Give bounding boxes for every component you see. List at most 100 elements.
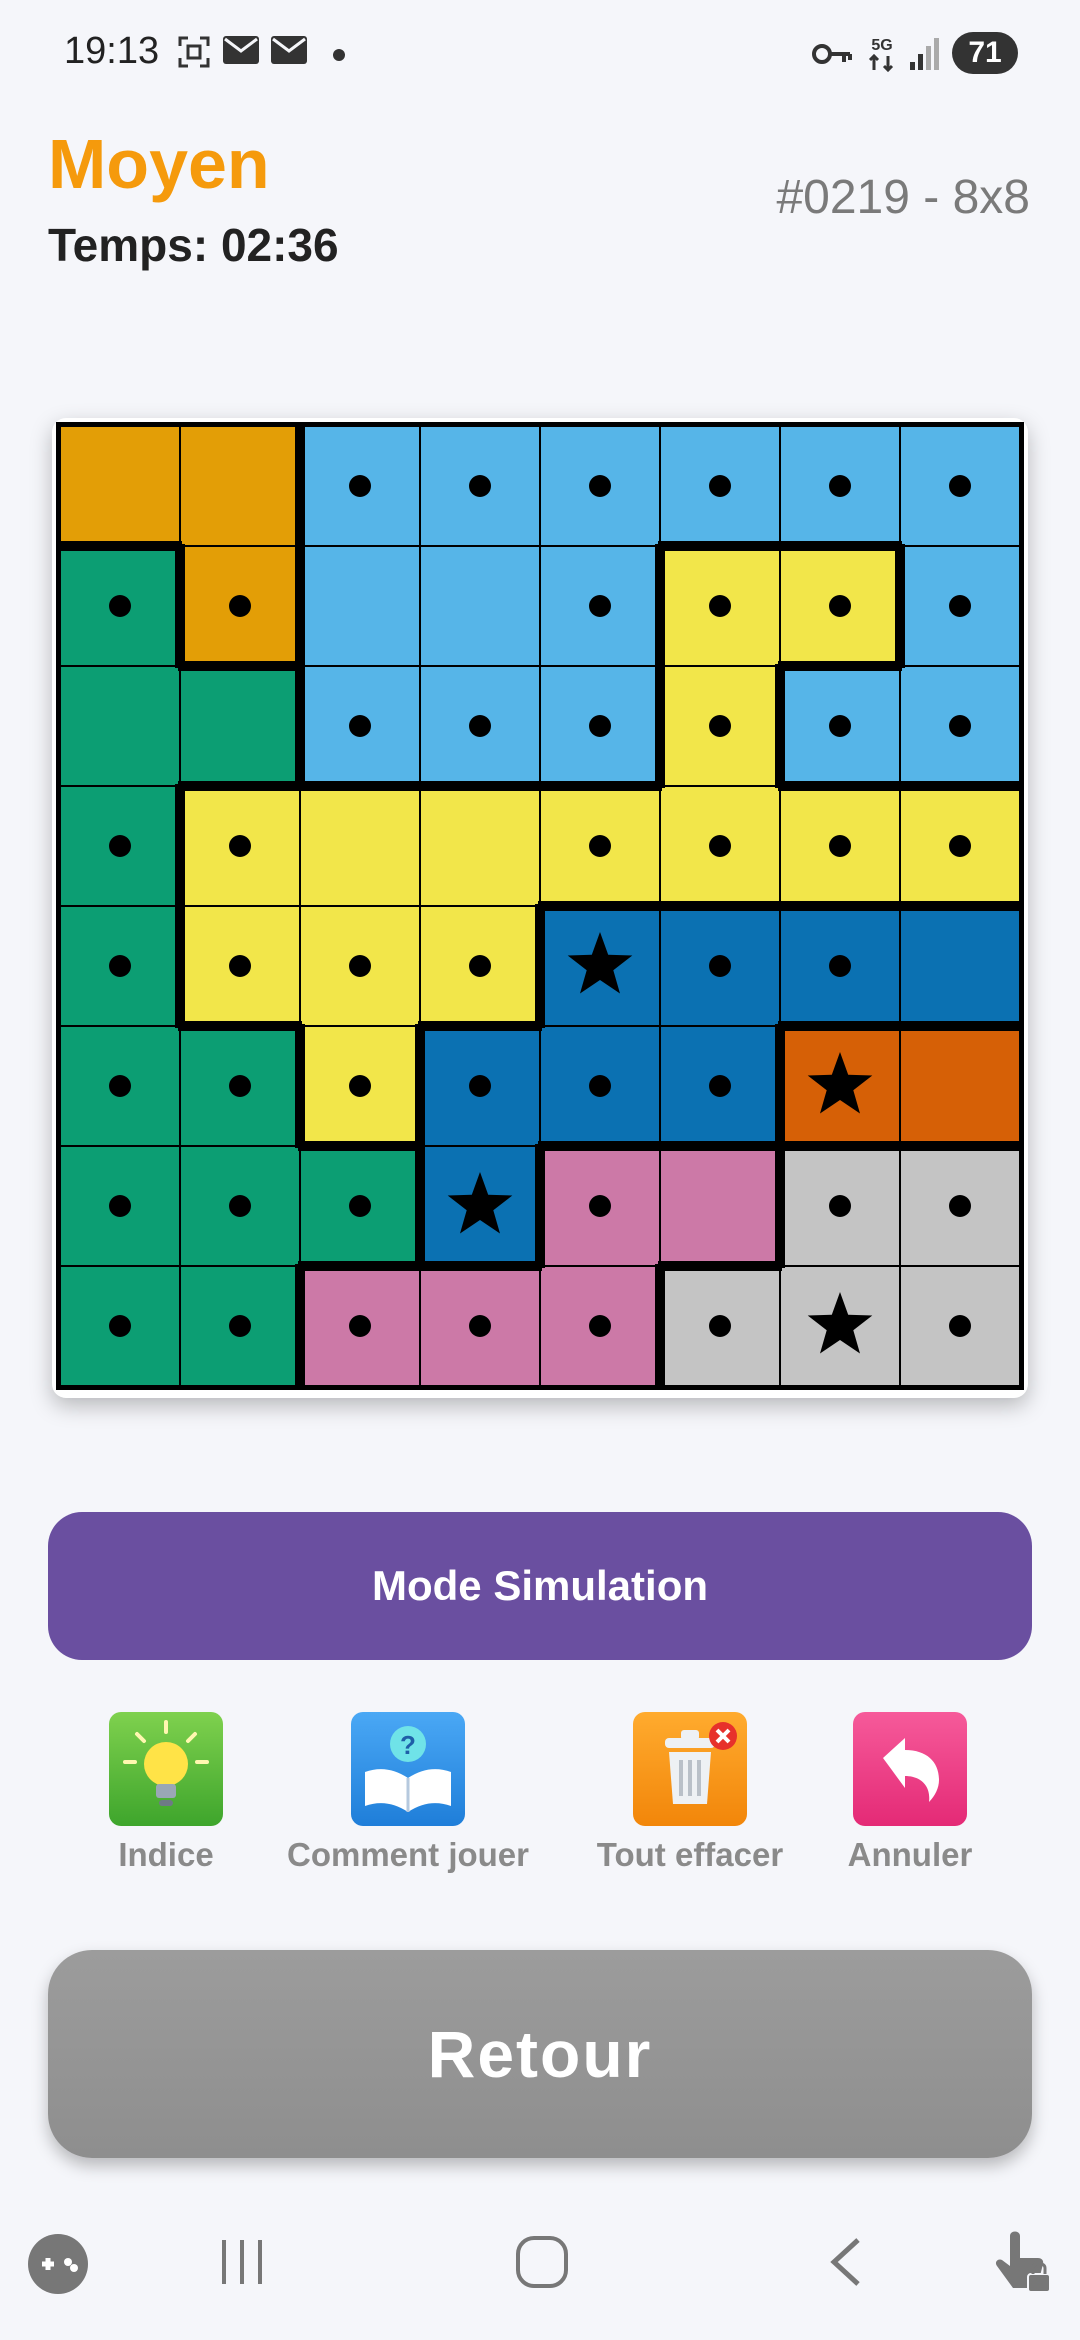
- touch-lock-icon[interactable]: [990, 2226, 1054, 2298]
- dot-mark: [709, 1315, 731, 1337]
- board-cell[interactable]: [181, 427, 299, 545]
- region-border: [538, 781, 662, 791]
- mail-icon: [271, 36, 307, 64]
- dot-mark: [349, 1195, 371, 1217]
- puzzle-board: [52, 418, 1028, 1398]
- region-border: [538, 901, 662, 911]
- dot-mark: [709, 955, 731, 977]
- dot-mark: [109, 1075, 131, 1097]
- region-border: [658, 1261, 782, 1271]
- region-border: [658, 541, 782, 551]
- region-border: [295, 664, 305, 788]
- region-border: [898, 1141, 1022, 1151]
- clear-all-label: Tout effacer: [596, 1836, 784, 1873]
- board-cell[interactable]: [901, 1027, 1019, 1145]
- mail-icon: [223, 36, 259, 64]
- hint-button[interactable]: Indice: [80, 1712, 252, 1874]
- region-border: [175, 544, 185, 668]
- dot-mark: [949, 595, 971, 617]
- how-to-play-button[interactable]: ? Comment jouer: [278, 1712, 538, 1874]
- region-border: [655, 664, 665, 788]
- recents-icon[interactable]: [214, 2234, 270, 2290]
- board-cell[interactable]: [301, 787, 419, 905]
- region-border: [175, 784, 185, 908]
- dot-mark: [829, 955, 851, 977]
- status-time: 19:13: [64, 30, 160, 72]
- board-cell[interactable]: [181, 667, 299, 785]
- timer-label: Temps: 02:36: [48, 219, 339, 271]
- dot-mark: [349, 1315, 371, 1337]
- dot-mark: [349, 1075, 371, 1097]
- region-border: [655, 544, 665, 668]
- dot-mark: [109, 835, 131, 857]
- 5g-icon: 5G: [868, 37, 894, 73]
- board-cell[interactable]: [301, 547, 419, 665]
- dot-mark: [229, 1195, 251, 1217]
- region-border: [778, 1141, 902, 1151]
- dot-mark: [349, 715, 371, 737]
- puzzle-id: #0219 - 8x8: [776, 171, 1030, 224]
- board-cell[interactable]: [421, 547, 539, 665]
- dot-mark: [589, 1315, 611, 1337]
- region-border: [775, 664, 785, 788]
- board-cell[interactable]: [421, 787, 539, 905]
- undo-icon: [853, 1712, 967, 1826]
- region-border: [58, 541, 182, 551]
- board-grid: [56, 422, 1024, 1390]
- dot-mark: [829, 475, 851, 497]
- region-border: [655, 1264, 665, 1388]
- notification-dot-icon: [333, 49, 345, 61]
- board-cell[interactable]: [661, 1147, 779, 1265]
- region-border: [898, 781, 1022, 791]
- home-icon[interactable]: [514, 2234, 570, 2290]
- dot-mark: [469, 955, 491, 977]
- vpn-key-icon: [812, 44, 852, 64]
- region-border: [418, 1261, 542, 1271]
- book-icon: ?: [351, 1712, 465, 1826]
- status-bar: 19:13 5G 71: [0, 0, 1080, 110]
- difficulty-label: Moyen: [48, 125, 270, 203]
- dot-mark: [229, 1315, 251, 1337]
- dot-mark: [469, 1315, 491, 1337]
- region-border: [295, 544, 305, 668]
- back-button[interactable]: Retour: [48, 1950, 1032, 2158]
- region-border: [775, 1024, 785, 1148]
- undo-button[interactable]: Annuler: [830, 1712, 990, 1874]
- region-border: [658, 901, 782, 911]
- region-border: [658, 1141, 782, 1151]
- dot-mark: [949, 835, 971, 857]
- region-border: [898, 901, 1022, 911]
- dot-mark: [709, 715, 731, 737]
- simulation-mode-button[interactable]: Mode Simulation: [48, 1512, 1032, 1660]
- dot-mark: [469, 1075, 491, 1097]
- region-border: [535, 1144, 545, 1268]
- signal-icon: [910, 38, 939, 70]
- region-border: [178, 661, 302, 671]
- trash-icon: [633, 1712, 747, 1826]
- dot-mark: [709, 475, 731, 497]
- back-icon[interactable]: [820, 2234, 876, 2290]
- region-border: [295, 424, 305, 548]
- game-icon[interactable]: [26, 2232, 90, 2296]
- region-border: [298, 1141, 422, 1151]
- region-border: [418, 781, 542, 791]
- dot-mark: [709, 1075, 731, 1097]
- dot-mark: [229, 835, 251, 857]
- region-border: [778, 661, 902, 671]
- clear-all-button[interactable]: Tout effacer: [580, 1712, 800, 1874]
- dot-mark: [109, 595, 131, 617]
- dot-mark: [469, 475, 491, 497]
- board-cell[interactable]: [61, 427, 179, 545]
- dot-mark: [109, 955, 131, 977]
- region-border: [778, 781, 902, 791]
- svg-text:5G: 5G: [871, 37, 892, 54]
- board-cell[interactable]: [901, 907, 1019, 1025]
- battery-indicator: 71: [952, 32, 1018, 74]
- region-border: [178, 1021, 302, 1031]
- board-cell[interactable]: [61, 667, 179, 785]
- region-border: [178, 781, 302, 791]
- dot-mark: [589, 1075, 611, 1097]
- region-border: [415, 1024, 425, 1148]
- region-border: [895, 544, 905, 668]
- region-border: [535, 904, 545, 1028]
